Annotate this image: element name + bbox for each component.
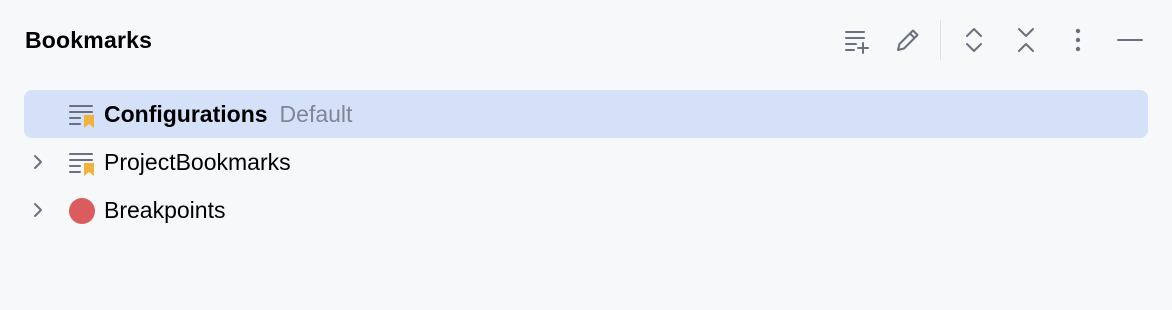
bookmark-list-icon bbox=[68, 102, 96, 128]
panel-header: Bookmarks bbox=[0, 0, 1172, 82]
minimize-button[interactable] bbox=[1112, 22, 1148, 58]
toolbar-separator bbox=[940, 20, 941, 60]
collapse-all-button[interactable] bbox=[1008, 22, 1044, 58]
tree-item-label: Breakpoints bbox=[104, 197, 226, 223]
add-list-button[interactable] bbox=[838, 22, 874, 58]
tree-item-label: Configurations Default bbox=[104, 101, 353, 127]
tree-item-configurations[interactable]: Configurations Default bbox=[24, 90, 1148, 138]
minimize-icon bbox=[1117, 39, 1143, 41]
breakpoint-icon bbox=[68, 198, 96, 224]
expand-all-button[interactable] bbox=[956, 22, 992, 58]
bookmarks-panel: Bookmarks Configurations Default Project… bbox=[0, 0, 1172, 310]
tree-item-breakpoints[interactable]: Breakpoints bbox=[24, 186, 1148, 234]
default-hint: Default bbox=[279, 101, 353, 127]
chevron-right-icon[interactable] bbox=[28, 152, 48, 172]
add-list-icon bbox=[845, 31, 869, 54]
more-vertical-icon bbox=[1075, 28, 1081, 52]
edit-button[interactable] bbox=[890, 22, 926, 58]
panel-title: Bookmarks bbox=[25, 27, 153, 53]
chevron-right-icon[interactable] bbox=[28, 200, 48, 220]
edit-pencil-icon bbox=[897, 29, 919, 51]
more-options-button[interactable] bbox=[1060, 22, 1096, 58]
expand-all-icon bbox=[966, 28, 982, 52]
tree-item-label: ProjectBookmarks bbox=[104, 149, 291, 175]
collapse-all-icon bbox=[1018, 28, 1034, 52]
tree-item-projectbookmarks[interactable]: ProjectBookmarks bbox=[24, 138, 1148, 186]
bookmark-list-icon bbox=[68, 150, 96, 176]
